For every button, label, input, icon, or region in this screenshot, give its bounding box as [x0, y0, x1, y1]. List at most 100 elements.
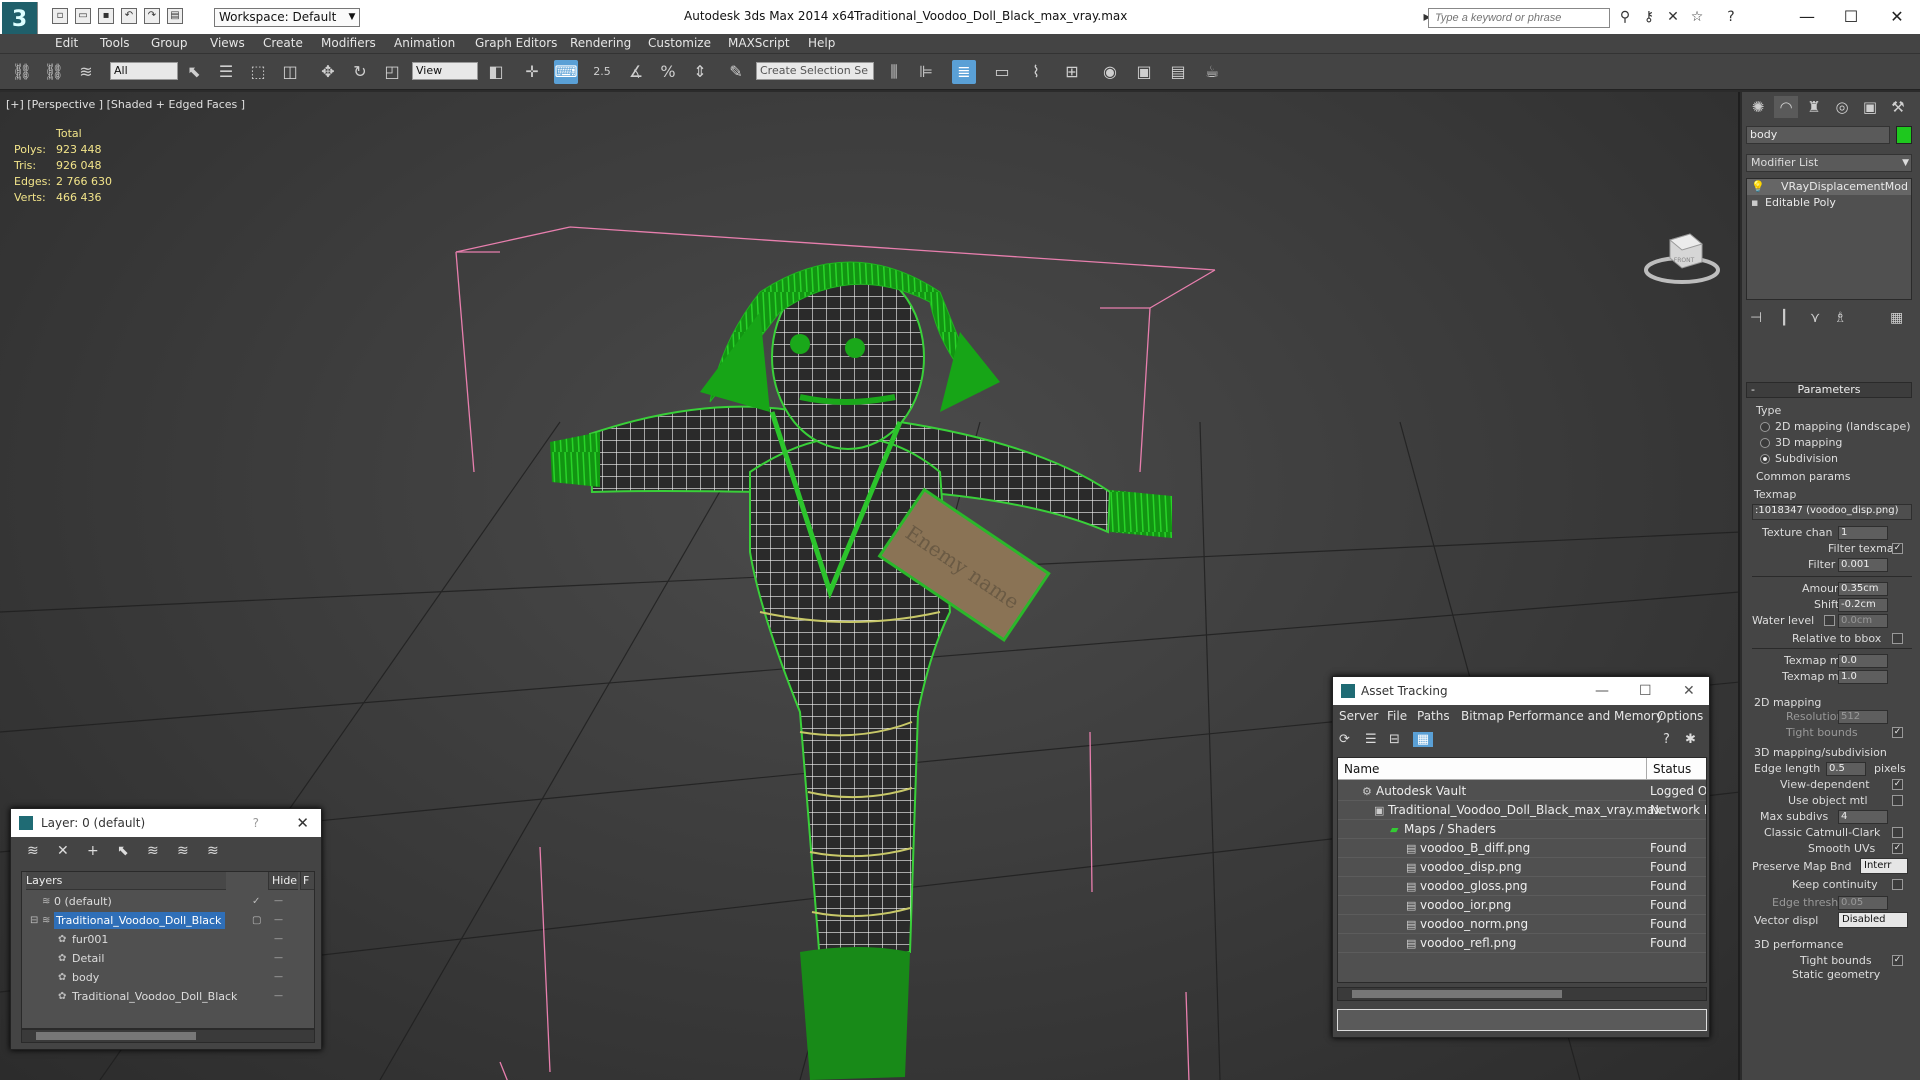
- hide-toggle[interactable]: —: [274, 949, 283, 968]
- scrollbar-thumb[interactable]: [36, 1032, 196, 1040]
- viewcube[interactable]: FRONT: [1640, 220, 1730, 290]
- minimize-button[interactable]: —: [1784, 4, 1830, 30]
- asset-row-map[interactable]: ▤ voodoo_ior.png Found: [1338, 896, 1706, 915]
- filter-texmap-checkbox[interactable]: ✓: [1892, 543, 1903, 554]
- schematic-view-icon[interactable]: ⊞: [1060, 60, 1084, 84]
- asset-row-scene-file[interactable]: ▣ Traditional_Voodoo_Doll_Black_max_vray…: [1338, 801, 1706, 820]
- layer-row-fur001[interactable]: ✿ fur001 —: [22, 930, 314, 949]
- list-view-icon[interactable]: ☰: [1365, 732, 1377, 747]
- menu-animation[interactable]: Animation: [394, 36, 455, 50]
- shift-spinner[interactable]: -0.2cm: [1838, 598, 1888, 612]
- edge-length-spinner[interactable]: 0.5: [1826, 762, 1866, 776]
- mirror-icon[interactable]: ⫼: [882, 60, 906, 84]
- layer-list[interactable]: Layers Hide F ≋ 0 (default) ✓ — ⊟ ≋ Trad…: [21, 871, 315, 1029]
- asset-row-map[interactable]: ▤ voodoo_B_diff.png Found: [1338, 839, 1706, 858]
- keyboard-shortcut-override-icon[interactable]: ⌨: [554, 60, 578, 84]
- relative-bbox-checkbox[interactable]: [1892, 633, 1903, 644]
- collapse-minus-icon[interactable]: ⊟: [30, 911, 38, 930]
- select-in-layer-icon[interactable]: ⬉: [117, 843, 129, 859]
- scrollbar-thumb[interactable]: [1352, 990, 1562, 998]
- rendered-frame-window-icon[interactable]: ▤: [1166, 60, 1190, 84]
- spinner-snap-icon[interactable]: ⇕: [688, 60, 712, 84]
- asset-menu-paths[interactable]: Paths: [1417, 709, 1450, 723]
- vector-displ-select[interactable]: Disabled: [1838, 912, 1908, 928]
- lightbulb-icon[interactable]: 💡: [1751, 179, 1765, 195]
- chevron-down-icon[interactable]: ▼: [346, 8, 358, 27]
- named-selection-set-select[interactable]: Create Selection Se: [756, 62, 874, 80]
- search-input[interactable]: [1435, 12, 1605, 24]
- column-header-hide[interactable]: Hide: [268, 872, 298, 890]
- redo-icon[interactable]: ↷: [144, 8, 160, 24]
- asset-path-field[interactable]: [1337, 1009, 1707, 1031]
- snaps-toggle-icon[interactable]: 2.5: [590, 60, 614, 84]
- column-header-layers[interactable]: Layers: [26, 872, 226, 890]
- render-production-icon[interactable]: ☕: [1200, 60, 1224, 84]
- delete-layer-icon[interactable]: ✕: [57, 843, 69, 859]
- object-name-field[interactable]: body: [1746, 126, 1890, 144]
- max-subdivs-spinner[interactable]: 4: [1838, 810, 1888, 824]
- select-and-move-icon[interactable]: ✥: [316, 60, 340, 84]
- asset-row-map[interactable]: ▤ voodoo_disp.png Found: [1338, 858, 1706, 877]
- close-icon[interactable]: ✕: [1683, 677, 1695, 705]
- filter-blur-spinner[interactable]: 0.001: [1838, 558, 1888, 572]
- unlink-icon[interactable]: ⛓: [42, 60, 66, 84]
- expand-plus-icon[interactable]: ▪: [1751, 195, 1765, 211]
- select-by-name-icon[interactable]: ☰: [214, 60, 238, 84]
- create-layer-icon[interactable]: ≋: [27, 843, 39, 859]
- make-active-icon[interactable]: ▢: [252, 911, 261, 930]
- help-icon[interactable]: ?: [1722, 9, 1740, 25]
- asset-menu-bitmap-performance[interactable]: Bitmap Performance and Memory: [1461, 709, 1663, 723]
- texmap-max-spinner[interactable]: 1.0: [1838, 670, 1888, 684]
- water-level-checkbox[interactable]: [1824, 615, 1835, 626]
- favorites-star-icon[interactable]: ☆: [1688, 9, 1706, 25]
- hide-all-layers-icon[interactable]: ≋: [177, 843, 189, 859]
- layer-row-detail[interactable]: ✿ Detail —: [22, 949, 314, 968]
- horizontal-scrollbar[interactable]: [21, 1029, 315, 1043]
- help-icon[interactable]: ?: [1663, 732, 1670, 747]
- texmap-min-spinner[interactable]: 0.0: [1838, 654, 1888, 668]
- utilities-tab-icon[interactable]: ⚒: [1886, 96, 1910, 118]
- select-and-link-icon[interactable]: ⛓: [10, 60, 34, 84]
- layer-row-default[interactable]: ≋ 0 (default) ✓ —: [22, 892, 314, 911]
- radio-2d-mapping[interactable]: 2D mapping (landscape): [1760, 420, 1911, 433]
- rectangular-selection-icon[interactable]: ⬚: [246, 60, 270, 84]
- workspace-select[interactable]: Workspace: Default: [214, 8, 360, 27]
- asset-row-map[interactable]: ▤ voodoo_gloss.png Found: [1338, 877, 1706, 896]
- make-unique-icon[interactable]: ⋎: [1810, 310, 1820, 326]
- column-header-name[interactable]: Name: [1338, 758, 1646, 780]
- menu-graph-editors[interactable]: Graph Editors: [475, 36, 557, 50]
- use-object-mtl-checkbox[interactable]: [1892, 795, 1903, 806]
- pivot-center-icon[interactable]: ◧: [484, 60, 508, 84]
- object-color-swatch[interactable]: [1896, 126, 1912, 144]
- percent-snap-icon[interactable]: %: [656, 60, 680, 84]
- asset-list[interactable]: Name Status ⚙ Autodesk Vault Logged Out …: [1337, 757, 1707, 983]
- stack-item-vray-displacement[interactable]: 💡 VRayDisplacementMod: [1747, 179, 1911, 195]
- help-button[interactable]: ?: [253, 809, 259, 837]
- amount-spinner[interactable]: 0.35cm: [1838, 582, 1888, 596]
- window-crossing-icon[interactable]: ◫: [278, 60, 302, 84]
- menu-help[interactable]: Help: [808, 36, 835, 50]
- menu-tools[interactable]: Tools: [100, 36, 130, 50]
- menu-rendering[interactable]: Rendering: [570, 36, 631, 50]
- layer-row-voodoo-doll-object[interactable]: ✿ Traditional_Voodoo_Doll_Black —: [22, 987, 314, 1006]
- menu-views[interactable]: Views: [210, 36, 245, 50]
- pin-stack-icon[interactable]: ⊣: [1750, 310, 1762, 326]
- texmap-button[interactable]: :1018347 (voodoo_disp.png): [1752, 504, 1912, 520]
- water-level-spinner[interactable]: 0.0cm: [1838, 614, 1888, 628]
- layer-row-voodoo-doll[interactable]: ⊟ ≋ Traditional_Voodoo_Doll_Black ▢ —: [22, 911, 314, 930]
- tight-bounds-perf-checkbox[interactable]: ✓: [1892, 955, 1903, 966]
- active-check-icon[interactable]: ✓: [252, 892, 260, 911]
- asset-dialog-titlebar[interactable]: Asset Tracking — ☐ ✕: [1333, 677, 1709, 705]
- menu-customize[interactable]: Customize: [648, 36, 711, 50]
- radio-subdivision[interactable]: Subdivision: [1760, 452, 1838, 465]
- edit-named-selection-icon[interactable]: ✎: [724, 60, 748, 84]
- smooth-uvs-checkbox[interactable]: ✓: [1892, 843, 1903, 854]
- keep-continuity-checkbox[interactable]: [1892, 879, 1903, 890]
- select-and-rotate-icon[interactable]: ↻: [348, 60, 372, 84]
- angle-snap-icon[interactable]: ∡: [624, 60, 648, 84]
- select-object-icon[interactable]: ⬉: [182, 60, 206, 84]
- align-icon[interactable]: ⊫: [914, 60, 938, 84]
- radio-3d-mapping[interactable]: 3D mapping: [1760, 436, 1842, 449]
- bind-space-warp-icon[interactable]: ≋: [74, 60, 98, 84]
- render-setup-icon[interactable]: ▣: [1132, 60, 1156, 84]
